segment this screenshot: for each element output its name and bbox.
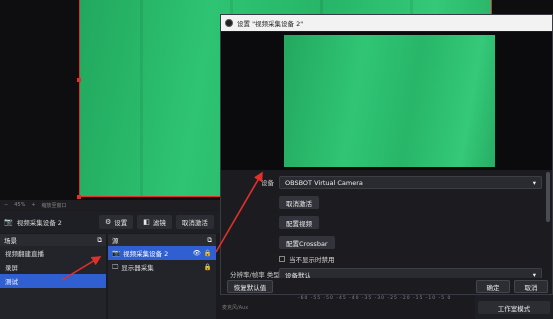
scene-item-selected[interactable]: 测试 [0, 274, 106, 288]
filters-button[interactable]: ◧ 滤镜 [137, 215, 172, 229]
dialog-preview [221, 32, 552, 170]
camera-icon: 📷 [112, 249, 121, 257]
properties-form: 设备 OBSBOT Virtual Camera ▾ 取消激活 配置视频 配置C… [221, 171, 552, 283]
zoom-plus-icon[interactable]: + [31, 202, 35, 208]
cancel-button[interactable]: 取消 [514, 280, 548, 293]
deactivate-button[interactable]: 取消激活 [279, 196, 319, 209]
sources-header: 源 ⧉ [108, 234, 216, 246]
ok-button[interactable]: 确定 [476, 280, 510, 293]
source-item[interactable]: 🖵 显示器采集 🔒 [108, 260, 216, 274]
zoom-minus-icon[interactable]: − [4, 202, 8, 208]
source-item-selected[interactable]: 📷 视频采集设备 2 👁 🔒 [108, 246, 216, 260]
obs-logo-icon [225, 19, 233, 27]
disable-when-hidden-checkbox[interactable] [279, 256, 285, 262]
mixer-channel-label: 麦克风/Aux [222, 305, 249, 311]
scenes-header: 场景 ⧉ [0, 234, 106, 246]
scene-item[interactable]: 录屏 [0, 260, 106, 274]
properties-dialog: 设置 "视频采集设备 2" 设备 OBSBOT Virtual Camera ▾… [220, 14, 553, 295]
dialog-footer: 恢复默认值 确定 取消 [221, 278, 552, 294]
source-title: 📷 视频采集设备 2 [4, 218, 62, 227]
zoom-fit-label[interactable]: 缩放至窗口 [42, 202, 67, 209]
scene-item[interactable]: 视频翻建直播 [0, 246, 106, 260]
gear-icon: ⚙ [105, 218, 112, 226]
device-label: 设备 [261, 179, 274, 187]
lock-icon[interactable]: 🔒 [204, 263, 212, 271]
dialog-titlebar[interactable]: 设置 "视频采集设备 2" [221, 15, 552, 31]
checkbox-label: 当不显示时禁用 [289, 256, 335, 264]
lock-icon[interactable]: 🔒 [204, 249, 212, 257]
source-toolbar: 📷 视频采集设备 2 ⚙ 设置 ◧ 滤镜 取消激活 [0, 211, 220, 233]
settings-button[interactable]: ⚙ 设置 [99, 215, 134, 229]
dock-menu-icon[interactable]: ⧉ [207, 236, 212, 245]
obs-window: − 45% + 缩放至窗口 📷 视频采集设备 2 ⚙ 设置 ◧ 滤镜 取消激活 … [0, 0, 553, 319]
studio-mode-button[interactable]: 工作室模式 [478, 301, 550, 314]
resize-handle-bottom-left[interactable] [77, 195, 81, 199]
resize-handle-left[interactable] [77, 78, 81, 82]
dock-menu-icon[interactable]: ⧉ [97, 236, 102, 245]
restore-defaults-button[interactable]: 恢复默认值 [227, 280, 273, 293]
config-video-button[interactable]: 配置视频 [279, 216, 319, 229]
properties-scrollbar[interactable] [546, 172, 550, 222]
filter-icon: ◧ [143, 218, 150, 226]
zoom-level: 45% [14, 202, 26, 208]
zoom-bar: − 45% + 缩放至窗口 [0, 200, 220, 210]
config-crossbar-button[interactable]: 配置Crossbar [279, 236, 335, 249]
camera-icon: 📷 [4, 218, 13, 226]
device-select[interactable]: OBSBOT Virtual Camera ▾ [279, 176, 542, 189]
monitor-icon: 🖵 [112, 262, 119, 271]
sources-dock: 源 ⧉ 📷 视频采集设备 2 👁 🔒 🖵 显示器采集 🔒 [108, 234, 216, 319]
dropdown-arrow-icon: ▾ [532, 178, 536, 187]
scenes-dock: 场景 ⧉ 视频翻建直播 录屏 测试 [0, 234, 106, 319]
eye-icon[interactable]: 👁 [193, 249, 201, 257]
camera-preview [284, 35, 495, 167]
mixer-ticks: -60 -55 -50 -45 -40 -35 -30 -25 -20 -15 … [298, 296, 452, 301]
deactivate-button[interactable]: 取消激活 [175, 215, 214, 229]
